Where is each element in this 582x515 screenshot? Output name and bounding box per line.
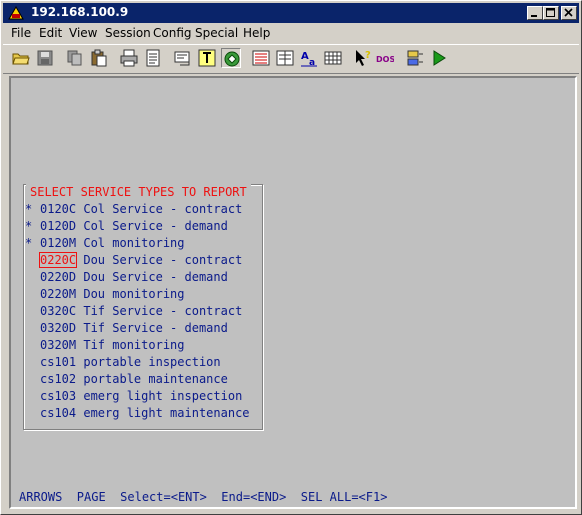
service-type-item[interactable]: cs102 portable maintenance xyxy=(40,371,228,388)
service-description: Tif monitoring xyxy=(83,338,185,352)
service-type-item[interactable]: 0220D Dou Service - demand xyxy=(40,269,228,286)
service-code: 0220D xyxy=(40,270,77,284)
service-code: 0120M xyxy=(40,236,77,250)
app-icon xyxy=(8,6,24,20)
terminal-screen[interactable]: SELECT SERVICE TYPES TO REPORT * 0120C Co… xyxy=(9,76,577,509)
service-description: portable maintenance xyxy=(83,372,228,386)
service-description: emerg light maintenance xyxy=(83,406,250,420)
menu-session[interactable]: Session xyxy=(105,26,151,40)
svg-text:A: A xyxy=(301,51,309,62)
service-type-item[interactable]: 0320D Tif Service - demand xyxy=(40,320,228,337)
service-description: Dou Service - demand xyxy=(83,270,228,284)
service-type-item[interactable]: 0320C Tif Service - contract xyxy=(40,303,242,320)
service-code: cs104 xyxy=(40,406,77,420)
selected-marker: * xyxy=(25,202,33,216)
service-type-item[interactable]: 0120C Col Service - contract xyxy=(40,201,242,218)
title-bar[interactable]: 192.168.100.9 xyxy=(3,3,579,23)
pointer-help-icon[interactable]: ? xyxy=(353,48,373,68)
service-type-item[interactable]: 0220M Dou monitoring xyxy=(40,286,185,303)
service-code: 0320M xyxy=(40,338,77,352)
svg-text:?: ? xyxy=(365,50,371,61)
grid-icon[interactable] xyxy=(323,48,343,68)
service-description: Col Service - contract xyxy=(83,202,243,216)
emulator-window: 192.168.100.9 File Edit View Session Con… xyxy=(0,0,582,515)
service-type-item[interactable]: 0120D Col Service - demand xyxy=(40,218,228,235)
close-button[interactable] xyxy=(561,6,577,20)
minimize-button[interactable] xyxy=(527,6,543,20)
paste-icon[interactable] xyxy=(89,48,109,68)
service-type-item[interactable]: 0220C Dou Service - contract xyxy=(38,252,243,269)
service-type-item[interactable]: 0320M Tif monitoring xyxy=(40,337,185,354)
open-folder-icon[interactable] xyxy=(11,48,31,68)
maximize-button[interactable] xyxy=(543,6,559,20)
receive-icon[interactable] xyxy=(275,48,295,68)
svg-text:DOS: DOS xyxy=(376,55,394,64)
service-description: Tif Service - contract xyxy=(83,304,243,318)
service-code: cs102 xyxy=(40,372,77,386)
service-description: Col Service - demand xyxy=(83,219,228,233)
service-type-item[interactable]: cs103 emerg light inspection xyxy=(40,388,242,405)
service-type-item[interactable]: cs104 emerg light maintenance xyxy=(40,405,250,422)
service-description: Tif Service - demand xyxy=(83,321,228,335)
print-icon[interactable] xyxy=(119,48,139,68)
run-icon[interactable] xyxy=(429,48,449,68)
menu-edit[interactable]: Edit xyxy=(39,26,62,40)
service-code: cs101 xyxy=(40,355,77,369)
service-description: Col monitoring xyxy=(83,236,185,250)
service-description: emerg light inspection xyxy=(83,389,243,403)
menu-file[interactable]: File xyxy=(11,26,31,40)
toolbar: Aa ? DOS xyxy=(3,44,579,74)
service-description: Dou monitoring xyxy=(83,287,185,301)
selected-marker: * xyxy=(25,236,33,250)
service-description: Dou Service - contract xyxy=(83,253,243,267)
minimize-icon xyxy=(531,15,537,17)
status-line: ARROWS PAGE Select=<ENT> End=<END> SEL A… xyxy=(19,490,388,504)
service-type-item[interactable]: 0120M Col monitoring xyxy=(40,235,185,252)
service-code: 0220M xyxy=(40,287,77,301)
service-code: 0320C xyxy=(40,304,77,318)
macro-icon[interactable] xyxy=(405,48,425,68)
service-code: 0120C xyxy=(40,202,77,216)
connect-icon[interactable] xyxy=(221,48,241,68)
copy-icon[interactable] xyxy=(65,48,85,68)
dos-icon[interactable]: DOS xyxy=(375,48,395,68)
save-icon[interactable] xyxy=(35,48,55,68)
dialog-title: SELECT SERVICE TYPES TO REPORT xyxy=(26,184,251,201)
screen-capture-icon[interactable] xyxy=(173,48,193,68)
menu-bar: File Edit View Session Config Special He… xyxy=(3,23,579,43)
close-icon xyxy=(564,8,573,17)
service-code: 0320D xyxy=(40,321,77,335)
menu-help[interactable]: Help xyxy=(243,26,270,40)
service-description: portable inspection xyxy=(83,355,221,369)
maximize-icon xyxy=(546,8,555,17)
selected-marker: * xyxy=(25,219,33,233)
text-capture-icon[interactable] xyxy=(197,48,217,68)
menu-config[interactable]: Config xyxy=(153,26,192,40)
service-type-item[interactable]: cs101 portable inspection xyxy=(40,354,221,371)
font-icon[interactable]: Aa xyxy=(299,48,319,68)
window-title: 192.168.100.9 xyxy=(31,5,129,19)
print-setup-icon[interactable] xyxy=(143,48,163,68)
service-code: 0220C xyxy=(38,252,78,268)
service-code: cs103 xyxy=(40,389,77,403)
service-code: 0120D xyxy=(40,219,77,233)
menu-view[interactable]: View xyxy=(69,26,97,40)
keyboard-map-icon[interactable] xyxy=(251,48,271,68)
menu-special[interactable]: Special xyxy=(195,26,238,40)
